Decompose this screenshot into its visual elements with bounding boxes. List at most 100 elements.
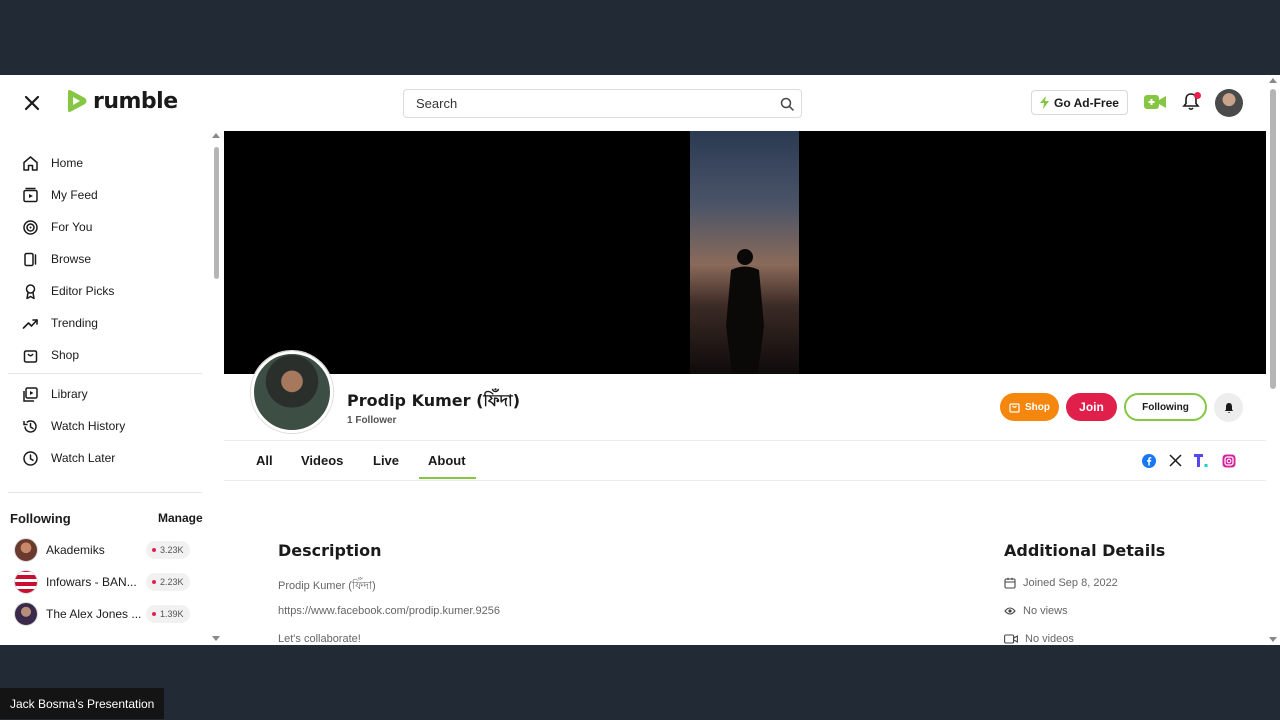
manage-following-link[interactable]: Manage [158,511,203,525]
sidebar-divider [8,492,202,493]
browse-icon [24,252,37,266]
follower-count: 1 Follower [347,415,397,426]
search-input[interactable] [404,90,773,117]
feed-icon [23,187,38,202]
scroll-down-arrow[interactable] [1269,637,1277,642]
sidebar-scroll-thumb[interactable] [214,147,219,279]
page-scrollbar[interactable] [1266,75,1280,645]
following-channel-alex-jones[interactable]: The Alex Jones ... 1.39K [14,601,196,627]
sidebar-item-browse[interactable]: Browse [22,247,91,271]
tab-about[interactable]: About [428,453,466,468]
scroll-up-arrow[interactable] [212,133,220,138]
sidebar-item-trending[interactable]: Trending [22,311,98,335]
rumble-logo[interactable]: rumble [63,88,178,114]
channel-name: The Alex Jones ... [46,607,142,621]
sidebar-divider [8,373,202,374]
tab-all[interactable]: All [256,453,273,468]
sidebar-item-watch-history[interactable]: Watch History [22,414,125,438]
browser-window: rumble Go Ad-Free Home My Feed [0,75,1280,645]
channel-title: Prodip Kumer (ফিঁদা) [347,391,521,410]
views-row: No views [1004,605,1068,617]
following-channel-akademiks[interactable]: Akademiks 3.23K [14,537,196,563]
sidebar-item-for-you[interactable]: For You [22,215,92,239]
live-count-badge: 3.23K [146,541,190,559]
sidebar-item-label: Editor Picks [51,284,115,298]
join-button-label: Join [1079,400,1104,414]
sidebar-item-my-feed[interactable]: My Feed [22,183,98,207]
live-count-badge: 1.39K [146,605,190,623]
joined-date-row: Joined Sep 8, 2022 [1004,577,1118,589]
description-text: Prodip Kumer (ফিঁদা) [278,580,376,592]
channel-avatar [14,570,38,594]
search-bar [403,89,802,118]
description-text: Let's collaborate! [278,633,361,645]
description-link[interactable]: https://www.facebook.com/prodip.kumer.92… [278,605,500,617]
rumble-play-icon [68,90,87,112]
sidebar-item-shop[interactable]: Shop [22,343,79,367]
sidebar-item-editor-picks[interactable]: Editor Picks [22,279,114,303]
eye-icon [1004,607,1016,615]
sidebar-item-label: Library [51,387,88,401]
scroll-up-arrow[interactable] [1269,78,1277,83]
sidebar-item-label: Shop [51,348,80,362]
sidebar-item-label: Home [51,156,84,170]
video-camera-icon [1004,634,1018,644]
joined-date: Joined Sep 8, 2022 [1023,577,1118,589]
live-count: 3.23K [160,545,184,555]
channel-banner [224,131,1266,374]
sidebar: Home My Feed For You Browse Editor Picks… [0,131,224,645]
logo-text: rumble [93,88,178,114]
following-section-title: Following [10,511,71,526]
sidebar-item-watch-later[interactable]: Watch Later [22,446,115,470]
tab-live[interactable]: Live [373,453,399,468]
search-icon[interactable] [773,97,801,111]
user-avatar[interactable] [1215,89,1243,117]
x-twitter-icon[interactable] [1168,453,1183,468]
channel-avatar [14,538,38,562]
award-icon [25,283,36,299]
sidebar-item-library[interactable]: Library [22,382,88,406]
go-ad-free-button[interactable]: Go Ad-Free [1031,90,1128,115]
instagram-icon[interactable] [1221,453,1236,468]
following-button[interactable]: Following [1124,393,1207,421]
live-count: 2.23K [160,577,184,587]
tab-videos[interactable]: Videos [301,453,343,468]
truth-social-icon[interactable] [1194,453,1209,468]
sidebar-item-label: Watch History [51,419,126,433]
facebook-icon[interactable] [1141,453,1156,468]
channel-avatar-large[interactable] [251,351,333,433]
channel-name: Infowars - BAN... [46,575,137,589]
live-dot [152,580,156,584]
presenter-label: Jack Bosma's Presentation [0,688,165,719]
person-silhouette-image [726,249,764,374]
channel-page: Prodip Kumer (ফিঁদা) 1 Follower Shop Joi… [224,131,1266,645]
sidebar-item-label: Watch Later [51,451,116,465]
upload-video-icon[interactable] [1144,94,1166,115]
page-scroll-thumb[interactable] [1270,89,1276,389]
tabs-bottom-divider [224,480,1266,481]
go-ad-free-label: Go Ad-Free [1054,95,1119,110]
shop-bag-icon [23,349,38,363]
sidebar-item-home[interactable]: Home [22,151,83,175]
calendar-icon [1004,577,1016,589]
videos-row: No videos [1004,633,1074,645]
channel-avatar [14,602,38,626]
sidebar-item-label: For You [51,220,93,234]
live-count: 1.39K [160,609,184,619]
live-dot [152,548,156,552]
channel-notifications-button[interactable] [1214,393,1243,422]
shop-button[interactable]: Shop [1000,393,1059,421]
scroll-down-arrow[interactable] [212,636,220,641]
shop-bag-icon [1009,402,1020,413]
following-button-label: Following [1142,401,1189,413]
clock-icon [23,450,38,466]
history-icon [23,419,37,433]
following-channel-infowars[interactable]: Infowars - BAN... 2.23K [14,569,196,595]
notification-dot [1194,92,1201,99]
close-menu-icon[interactable] [22,93,42,113]
sidebar-scrollbar[interactable] [212,133,220,641]
join-button[interactable]: Join [1066,393,1117,421]
sidebar-item-label: Trending [51,316,98,330]
top-bar: rumble Go Ad-Free [0,75,1266,131]
target-icon [23,219,38,235]
